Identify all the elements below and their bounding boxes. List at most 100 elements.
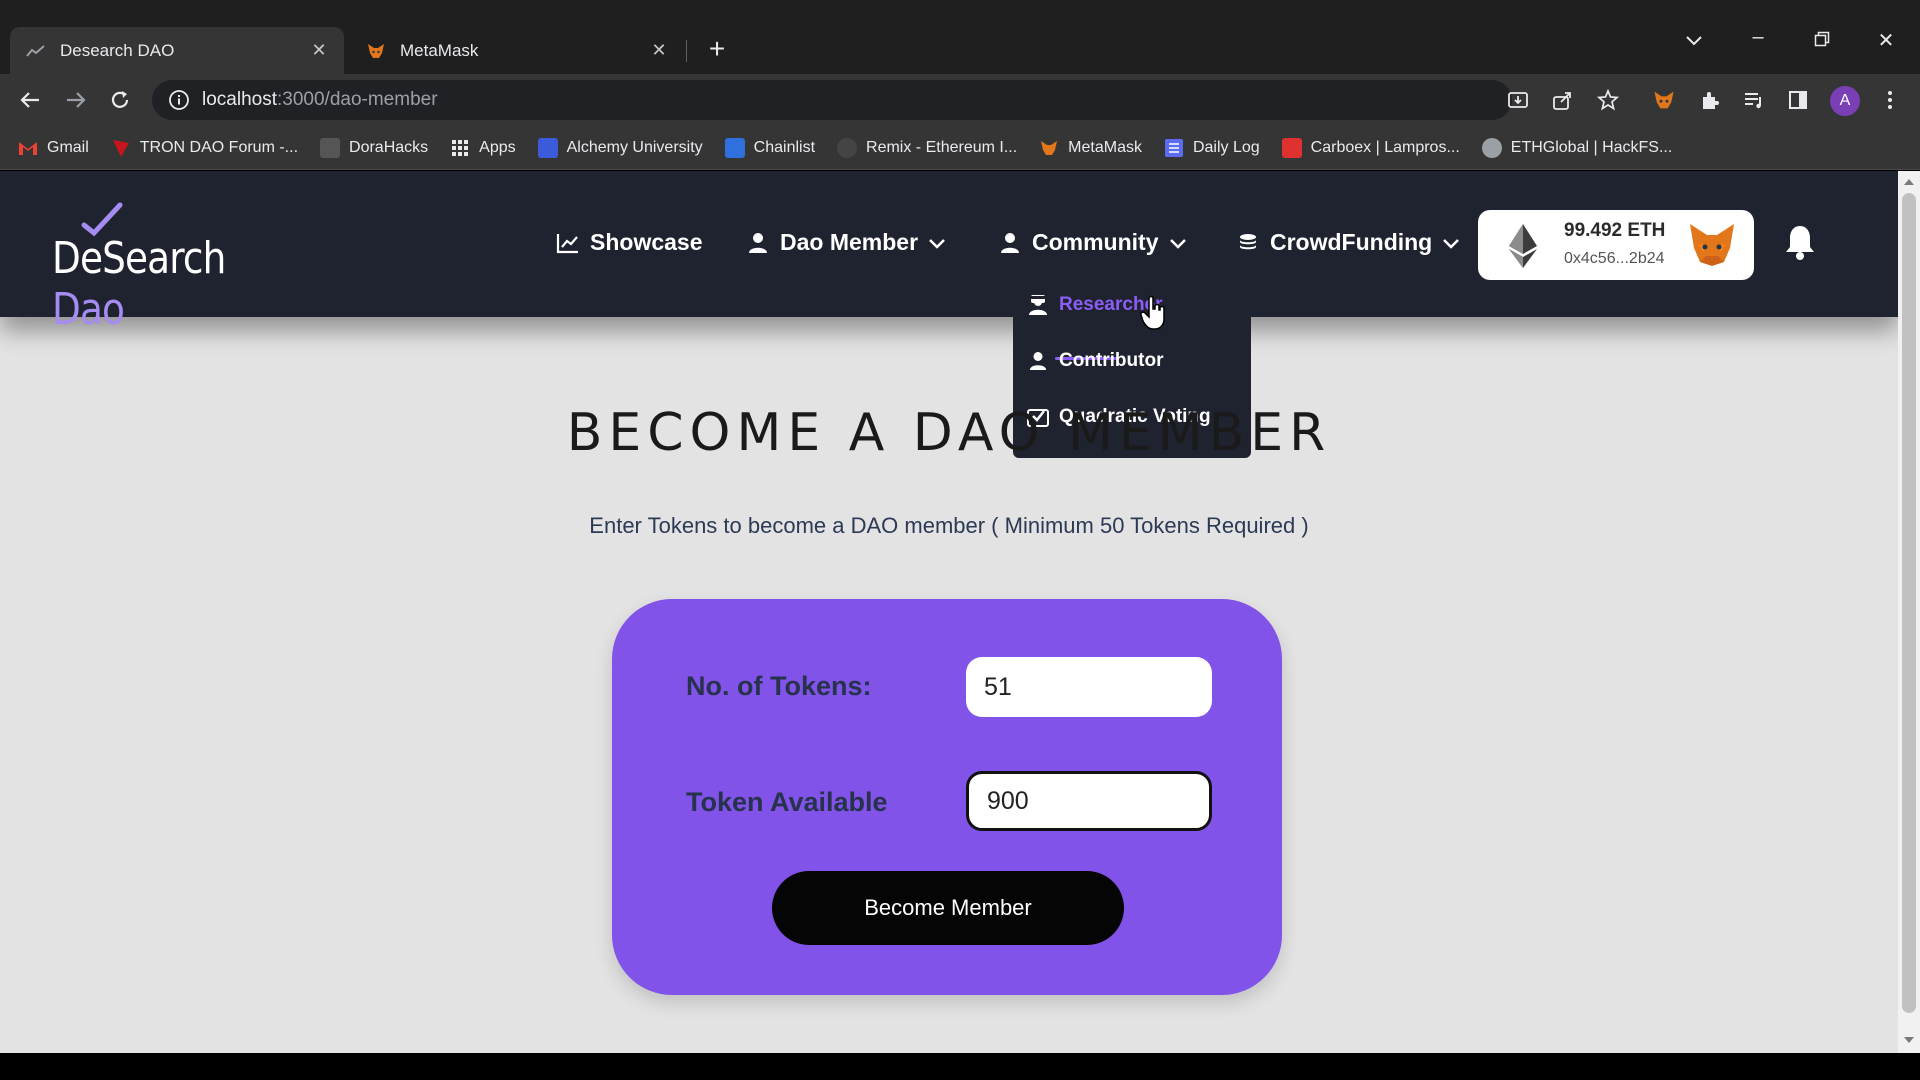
chevron-down-icon [1443, 238, 1460, 249]
wallet-balance: 99.492 ETH [1564, 220, 1666, 241]
tron-icon [111, 138, 131, 158]
user-icon [1027, 350, 1049, 372]
chevron-down-icon [1169, 238, 1186, 249]
restore-icon[interactable] [1802, 30, 1842, 53]
scroll-down-arrow-icon[interactable] [1904, 1037, 1914, 1043]
bookmark-label: Alchemy University [566, 138, 703, 156]
bookmark-label: Carboex | Lampros... [1310, 138, 1460, 156]
bookmark-item[interactable]: Alchemy University [537, 137, 703, 158]
tab-title: MetaMask [400, 40, 479, 60]
page-scrollbar[interactable] [1898, 171, 1920, 1053]
logo-text-desearch: DeSearch [52, 233, 226, 284]
tab-title: Desearch DAO [60, 40, 175, 60]
nav-showcase-label: Showcase [590, 229, 703, 255]
minimize-icon[interactable]: – [1738, 26, 1778, 49]
hand-cursor-icon [1140, 295, 1165, 330]
nav-crowdfunding[interactable]: CrowdFunding [1236, 229, 1460, 256]
apps-grid-icon [450, 138, 470, 158]
dropdown-item-contributor[interactable]: Contributor [1027, 350, 1163, 372]
coins-icon [1236, 231, 1260, 255]
become-member-button[interactable]: Become Member [772, 871, 1124, 945]
share-icon[interactable] [1548, 86, 1576, 114]
notification-bell-icon[interactable] [1782, 223, 1818, 261]
side-panel-icon[interactable] [1784, 86, 1812, 114]
nav-community[interactable]: Community [998, 229, 1187, 256]
bookmark-star-icon[interactable] [1594, 86, 1622, 114]
forward-arrow-icon[interactable] [62, 86, 90, 114]
scroll-up-arrow-icon[interactable] [1904, 179, 1914, 185]
bookmark-label: Remix - Ethereum I... [866, 138, 1018, 156]
chart-line-icon [556, 231, 580, 255]
bookmark-item[interactable]: MetaMask [1039, 138, 1142, 158]
bookmark-item[interactable]: Gmail [18, 138, 89, 158]
dropdown-item-label: Contributor [1059, 350, 1164, 371]
remix-icon [837, 137, 858, 158]
metamask-favicon-icon [366, 41, 386, 61]
list-icon [1164, 138, 1184, 158]
tokens-label: No. of Tokens: [686, 671, 872, 701]
bookmark-item[interactable]: Chainlist [724, 137, 816, 158]
user-icon [746, 231, 770, 255]
chainlist-icon [724, 137, 745, 158]
address-bar[interactable]: localhost:3000/dao-member [152, 80, 1512, 120]
url-text: localhost:3000/dao-member [202, 89, 438, 111]
bookmark-item[interactable]: Remix - Ethereum I... [837, 137, 1018, 158]
site-info-icon[interactable] [168, 89, 190, 111]
page-subtitle: Enter Tokens to become a DAO member ( Mi… [589, 513, 1309, 538]
tab-metamask[interactable]: MetaMask ✕ [350, 27, 684, 74]
metamask-icon [1039, 138, 1059, 158]
wallet-widget[interactable]: 99.492 ETH 0x4c56...2b24 [1478, 210, 1754, 280]
logo-text-dao: Dao [52, 284, 125, 335]
new-tab-plus-icon[interactable]: + [704, 35, 730, 63]
back-arrow-icon[interactable] [16, 86, 44, 114]
researcher-icon [1027, 294, 1049, 316]
install-app-icon[interactable] [1504, 86, 1532, 114]
gmail-icon [18, 138, 38, 158]
tab-close-icon[interactable]: ✕ [648, 40, 670, 62]
tab-separator [686, 40, 687, 62]
tab-search-chevron-icon[interactable] [1674, 30, 1714, 53]
tab-close-icon[interactable]: ✕ [308, 40, 330, 62]
nav-dao-member[interactable]: Dao Member [746, 229, 946, 256]
url-host: localhost [202, 89, 277, 110]
screen-bottom-bar [0, 1053, 1920, 1080]
tab-desearch-dao[interactable]: Desearch DAO ✕ [10, 27, 344, 74]
wallet-address: 0x4c56...2b24 [1564, 250, 1665, 267]
metamask-extension-icon[interactable] [1650, 86, 1678, 114]
carboex-icon [1281, 137, 1302, 158]
tokens-available-label: Token Available [686, 787, 888, 817]
bookmark-label: Chainlist [753, 138, 816, 156]
bookmark-item[interactable]: TRON DAO Forum -... [111, 138, 298, 158]
bookmark-item[interactable]: Carboex | Lampros... [1281, 137, 1460, 158]
extensions-puzzle-icon[interactable] [1696, 86, 1724, 114]
bookmark-label: TRON DAO Forum -... [139, 138, 299, 156]
logo-checkmark-icon [81, 202, 123, 237]
tokens-input[interactable] [966, 657, 1212, 717]
page-title: BECOME A DAO MEMBER [566, 403, 1332, 463]
chevron-down-icon [929, 238, 945, 249]
browser-menu-kebab-icon[interactable] [1876, 86, 1904, 114]
bookmark-item[interactable]: ETHGlobal | HackFS... [1481, 137, 1672, 158]
alchemy-icon [537, 137, 558, 158]
bookmark-item[interactable]: DoraHacks [320, 137, 428, 158]
tokens-available-field[interactable] [966, 771, 1212, 831]
profile-avatar[interactable]: A [1830, 86, 1860, 116]
browser-tabstrip: Desearch DAO ✕ MetaMask ✕ + – ✕ [0, 0, 1920, 74]
scrollbar-thumb[interactable] [1902, 193, 1916, 1013]
media-queue-icon[interactable] [1740, 86, 1768, 114]
site-navbar: DeSearch Dao Showcase Dao Member Communi… [0, 171, 1898, 335]
bookmark-item[interactable]: Daily Log [1164, 138, 1260, 158]
desearch-favicon-icon [26, 41, 46, 61]
reload-icon[interactable] [106, 86, 134, 114]
metamask-fox-icon [1690, 224, 1734, 266]
window-close-icon[interactable]: ✕ [1866, 28, 1906, 53]
bookmark-item[interactable]: Apps [450, 138, 516, 158]
desearch-logo[interactable]: DeSearch Dao [52, 201, 252, 335]
nav-dao-member-label: Dao Member [780, 229, 919, 255]
nav-showcase[interactable]: Showcase [556, 229, 703, 256]
bookmarks-bar: Gmail TRON DAO Forum -... DoraHacks Apps Alc… [0, 126, 1920, 170]
user-icon [998, 231, 1022, 255]
logo-text: DeSearch Dao [52, 233, 226, 335]
url-path: :3000/dao-member [277, 89, 438, 110]
page-viewport: DeSearch Dao Showcase Dao Member Communi… [0, 171, 1898, 1053]
